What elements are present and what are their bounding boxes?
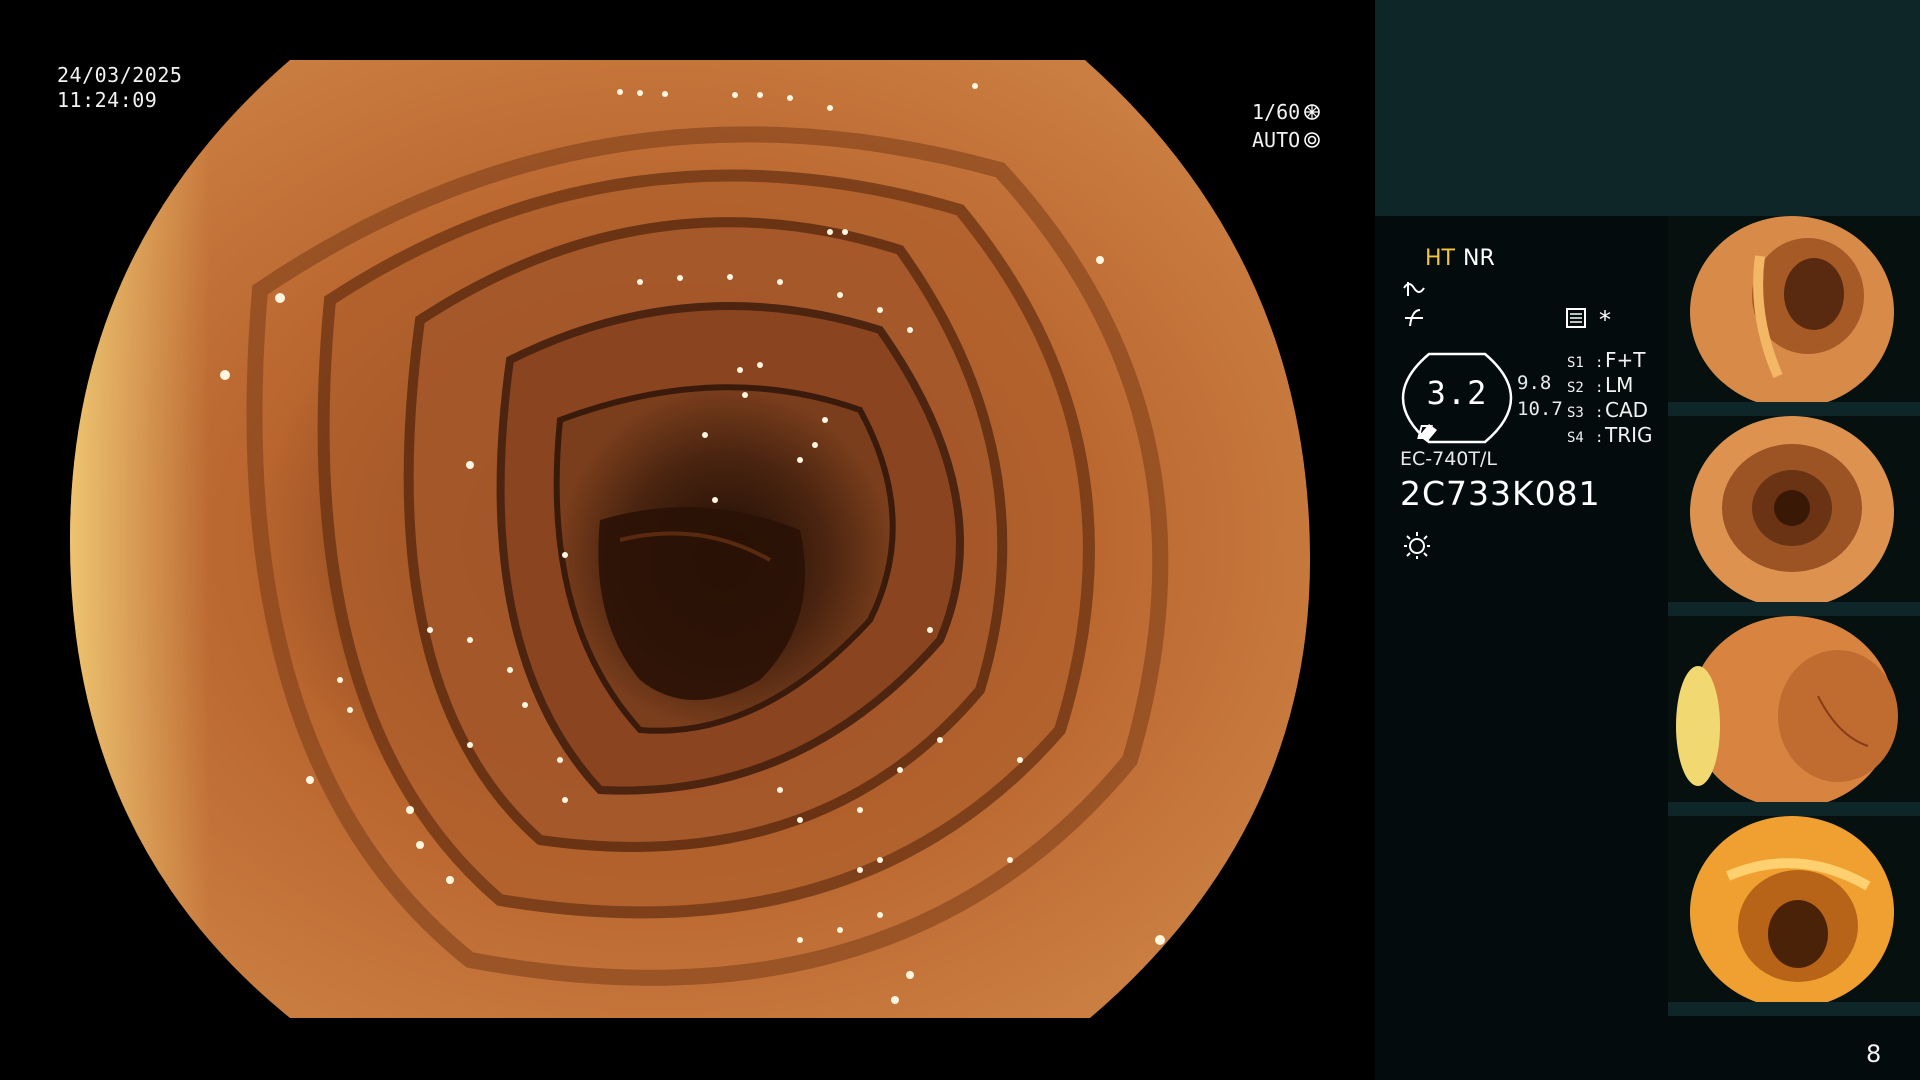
- scope-setting-value: TRIG: [1605, 423, 1653, 447]
- zoom-gauge: 3.2: [1399, 350, 1515, 446]
- scope-setting-s4: S4: TRIG: [1567, 423, 1653, 448]
- scope-serial: 2C733K081: [1400, 474, 1601, 513]
- scope-switch-settings: S1: F+T S2: LM S3: CAD S4: TRIG: [1567, 348, 1653, 448]
- shutter-speed-value: 1/60: [1252, 100, 1301, 124]
- panel-header-area: [1375, 0, 1920, 216]
- menu-icon: [1566, 308, 1586, 328]
- light-icon: [1404, 532, 1430, 559]
- reading-value-b: 10.7: [1517, 398, 1563, 420]
- mode-indicators: HT NR: [1425, 246, 1495, 271]
- scope-setting-sep: :: [1595, 355, 1604, 371]
- thumbnail-2[interactable]: [1668, 416, 1920, 616]
- scope-model: EC-740T/L: [1400, 448, 1497, 470]
- endoscope-live-view: 24/03/2025 11:24:09 1/60 AUTO: [0, 0, 1375, 1080]
- scope-setting-sep: :: [1595, 430, 1604, 446]
- scope-setting-key: S1: [1567, 355, 1584, 371]
- ht-indicator: HT: [1425, 246, 1455, 271]
- star-indicator: *: [1599, 306, 1611, 334]
- scope-setting-sep: :: [1595, 380, 1604, 396]
- exposure-mode: AUTO: [1252, 128, 1321, 152]
- endoscopic-image: [70, 60, 1310, 1018]
- scope-setting-value: CAD: [1605, 398, 1649, 422]
- scope-setting-key: S3: [1567, 405, 1584, 421]
- structure-enhance-icon: [1403, 282, 1425, 296]
- shutter-icon: [1304, 104, 1320, 120]
- color-enhance-icon: [1405, 309, 1423, 327]
- capture-thumbnails: [1668, 216, 1920, 1016]
- scope-setting-sep: :: [1595, 405, 1604, 421]
- scope-setting-s1: S1: F+T: [1567, 348, 1653, 373]
- scope-setting-value: LM: [1605, 373, 1634, 397]
- exposure-mode-value: AUTO: [1252, 128, 1301, 152]
- auto-iris-icon: [1304, 132, 1320, 148]
- scope-setting-key: S4: [1567, 430, 1584, 446]
- thumbnail-4[interactable]: [1668, 816, 1920, 1016]
- page-number: 8: [1866, 1040, 1882, 1068]
- shutter-speed: 1/60: [1252, 100, 1321, 124]
- osd-date: 24/03/2025: [57, 63, 183, 87]
- scope-setting-value: F+T: [1605, 348, 1646, 372]
- nr-indicator: NR: [1462, 246, 1495, 271]
- scope-setting-s2: S2: LM: [1567, 373, 1653, 398]
- thumbnail-3[interactable]: [1668, 616, 1920, 816]
- scope-setting-s3: S3: CAD: [1567, 398, 1653, 423]
- thumbnail-1[interactable]: [1668, 216, 1920, 416]
- reading-value-a: 9.8: [1517, 372, 1552, 394]
- scope-setting-key: S2: [1567, 380, 1584, 396]
- osd-time: 11:24:09: [57, 88, 158, 112]
- gauge-value: 3.2: [1426, 374, 1488, 412]
